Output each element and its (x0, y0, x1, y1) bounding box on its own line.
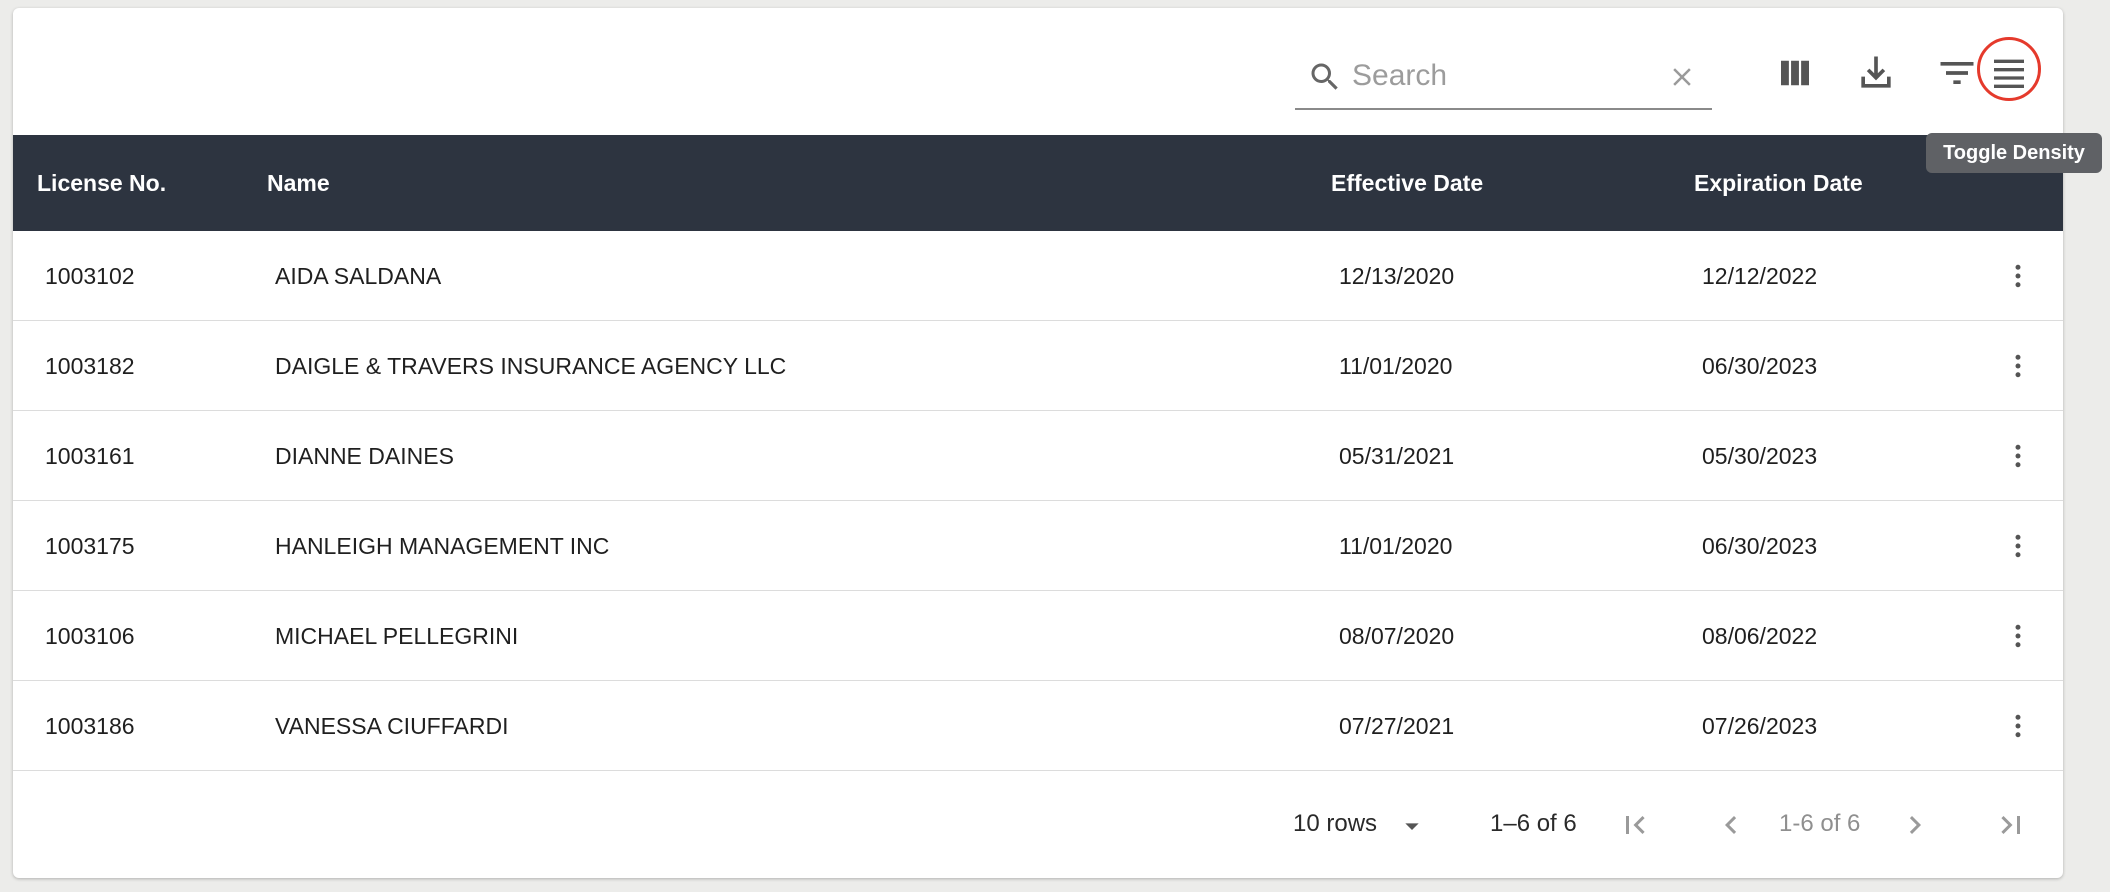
column-header-name[interactable]: Name (267, 135, 330, 231)
cell-expiration-date: 06/30/2023 (1702, 353, 1818, 379)
more-vert-icon[interactable] (2003, 441, 2033, 471)
highlight-circle (1977, 37, 2041, 101)
first-page-icon[interactable] (1617, 807, 1653, 843)
table-row: 1003102 AIDA SALDANA 12/13/2020 12/12/20… (13, 231, 2063, 321)
last-page-icon[interactable] (1993, 807, 2029, 843)
arrow-drop-down-icon (1405, 823, 1419, 830)
column-header-effective-date[interactable]: Effective Date (1331, 135, 1483, 231)
table-row: 1003161 DIANNE DAINES 05/31/2021 05/30/2… (13, 411, 2063, 501)
pagination-range: 1–6 of 6 (1490, 810, 1577, 837)
filter-list-icon (1940, 62, 1974, 84)
table-row: 1003106 MICHAEL PELLEGRINI 08/07/2020 08… (13, 591, 2063, 681)
chevron-right-icon[interactable] (1897, 807, 1933, 843)
cell-effective-date: 12/13/2020 (1339, 263, 1455, 289)
cell-license-no: 1003102 (45, 263, 135, 289)
cell-expiration-date: 05/30/2023 (1702, 443, 1818, 469)
table-header: License No. Name Effective Date Expirati… (13, 135, 2063, 231)
rows-per-page-value: 10 rows (1293, 810, 1378, 837)
cell-license-no: 1003175 (45, 533, 135, 559)
cell-effective-date: 11/01/2020 (1339, 353, 1453, 379)
cell-name: HANLEIGH MANAGEMENT INC (275, 533, 610, 559)
search-field[interactable] (1295, 42, 1712, 110)
download-icon (1861, 56, 1891, 88)
table-row: 1003175 HANLEIGH MANAGEMENT INC 11/01/20… (13, 501, 2063, 591)
view-columns-button[interactable] (1768, 46, 1822, 100)
cell-license-no: 1003106 (45, 623, 135, 649)
filter-button[interactable] (1930, 46, 1984, 100)
cell-license-no: 1003186 (45, 713, 135, 739)
cell-name: AIDA SALDANA (275, 263, 442, 289)
more-vert-icon[interactable] (2003, 351, 2033, 381)
more-vert-icon[interactable] (2003, 621, 2033, 651)
more-vert-icon[interactable] (2003, 261, 2033, 291)
chevron-left-icon[interactable] (1713, 807, 1749, 843)
cell-effective-date: 07/27/2021 (1339, 713, 1455, 739)
table-row: 1003182 DAIGLE & TRAVERS INSURANCE AGENC… (13, 321, 2063, 411)
cell-effective-date: 08/07/2020 (1339, 623, 1455, 649)
cell-name: MICHAEL PELLEGRINI (275, 623, 519, 649)
tooltip-toggle-density: Toggle Density (1926, 133, 2102, 173)
page-status: 1-6 of 6 (1779, 810, 1861, 837)
view-columns-icon (1781, 60, 1809, 86)
cell-effective-date: 11/01/2020 (1339, 533, 1453, 559)
cell-expiration-date: 06/30/2023 (1702, 533, 1818, 559)
search-input[interactable] (1350, 52, 1654, 100)
cell-expiration-date: 08/06/2022 (1702, 623, 1818, 649)
data-table-card: License No. Name Effective Date Expirati… (13, 8, 2063, 878)
table-row: 1003186 VANESSA CIUFFARDI 07/27/2021 07/… (13, 681, 2063, 771)
download-button[interactable] (1849, 46, 1903, 100)
cell-expiration-date: 12/12/2022 (1702, 263, 1818, 289)
column-header-expiration-date[interactable]: Expiration Date (1694, 135, 1863, 231)
cell-license-no: 1003182 (45, 353, 135, 379)
cell-name: VANESSA CIUFFARDI (275, 713, 509, 739)
cell-name: DAIGLE & TRAVERS INSURANCE AGENCY LLC (275, 353, 787, 379)
table-toolbar (13, 8, 2063, 135)
cell-name: DIANNE DAINES (275, 443, 454, 469)
more-vert-icon[interactable] (2003, 711, 2033, 741)
close-icon[interactable] (1667, 62, 1697, 92)
pagination-bar: 10 rows 1–6 of 6 1-6 of 6 (13, 774, 2063, 878)
cell-expiration-date: 07/26/2023 (1702, 713, 1818, 739)
search-icon (1311, 63, 1338, 90)
cell-license-no: 1003161 (45, 443, 135, 469)
cell-effective-date: 05/31/2021 (1339, 443, 1455, 469)
rows-per-page-select[interactable]: 10 rows (1278, 800, 1438, 850)
more-vert-icon[interactable] (2003, 531, 2033, 561)
column-header-license-no[interactable]: License No. (37, 135, 166, 231)
